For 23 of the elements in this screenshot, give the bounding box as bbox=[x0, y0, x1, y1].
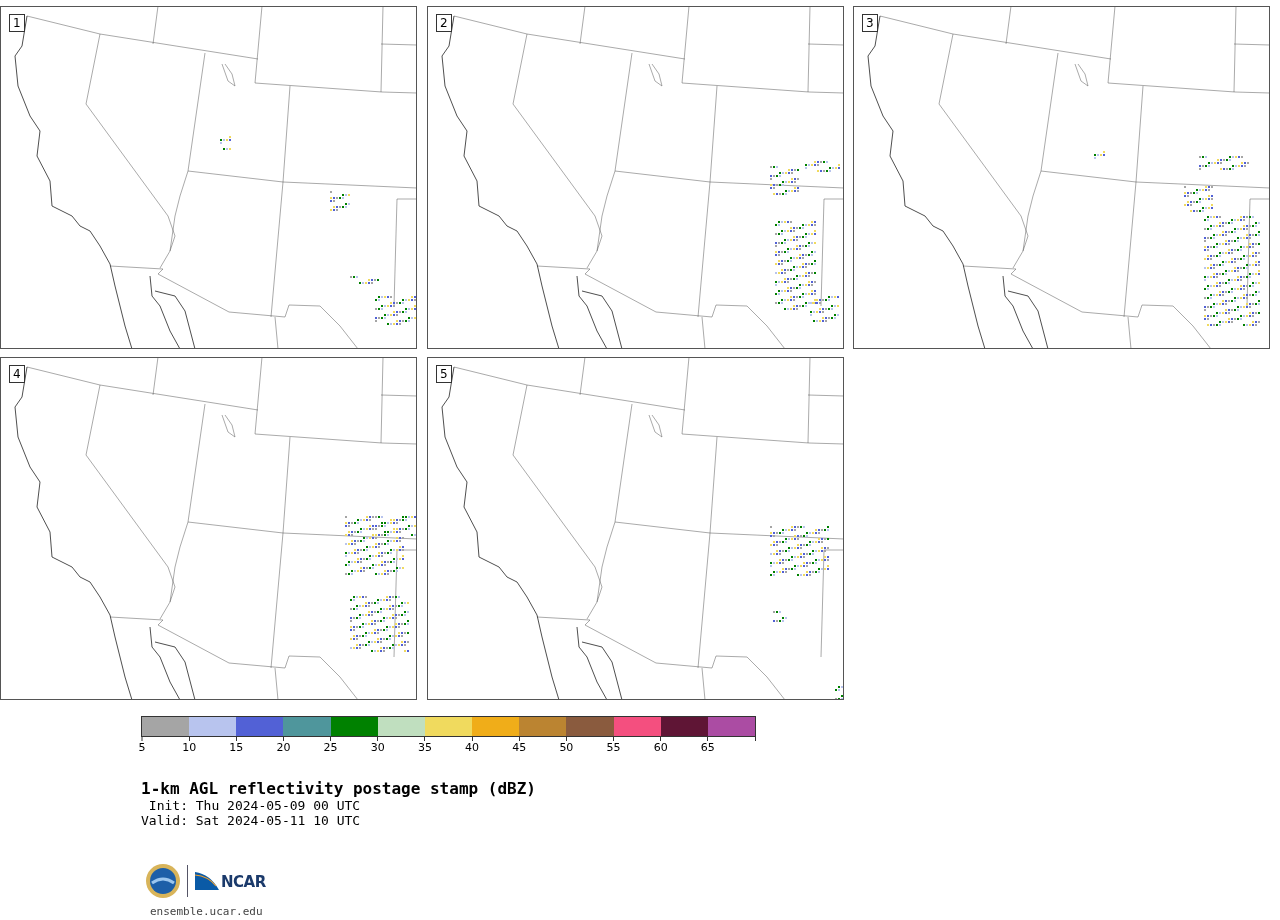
tick-label: 15 bbox=[229, 741, 244, 754]
valid-time: Valid: Sat 2024-05-11 10 UTC bbox=[141, 813, 362, 828]
tick-label: 35 bbox=[417, 741, 432, 754]
tick-label: 45 bbox=[512, 741, 527, 754]
panel-number: 4 bbox=[9, 365, 25, 383]
tick-label: 65 bbox=[700, 741, 715, 754]
tick-label: 10 bbox=[182, 741, 197, 754]
plot-title: 1-km AGL reflectivity postage stamp (dBZ) bbox=[141, 780, 537, 798]
tick-label: 5 bbox=[138, 741, 146, 754]
tick-label: 60 bbox=[653, 741, 668, 754]
website-url: ensemble.ucar.edu bbox=[150, 905, 264, 918]
tick-label: 20 bbox=[276, 741, 291, 754]
panel-number: 5 bbox=[436, 365, 452, 383]
tick-label: 50 bbox=[559, 741, 574, 754]
init-time: Init: Thu 2024-05-09 00 UTC bbox=[147, 798, 362, 813]
tick-label: 40 bbox=[465, 741, 480, 754]
tick-label: 30 bbox=[370, 741, 385, 754]
ncar-logo: NCAR bbox=[194, 871, 266, 891]
panel-number: 2 bbox=[436, 14, 452, 32]
tick-label: 55 bbox=[606, 741, 621, 754]
tick-label: 25 bbox=[323, 741, 338, 754]
panel-number: 1 bbox=[9, 14, 25, 32]
panel-number: 3 bbox=[862, 14, 878, 32]
